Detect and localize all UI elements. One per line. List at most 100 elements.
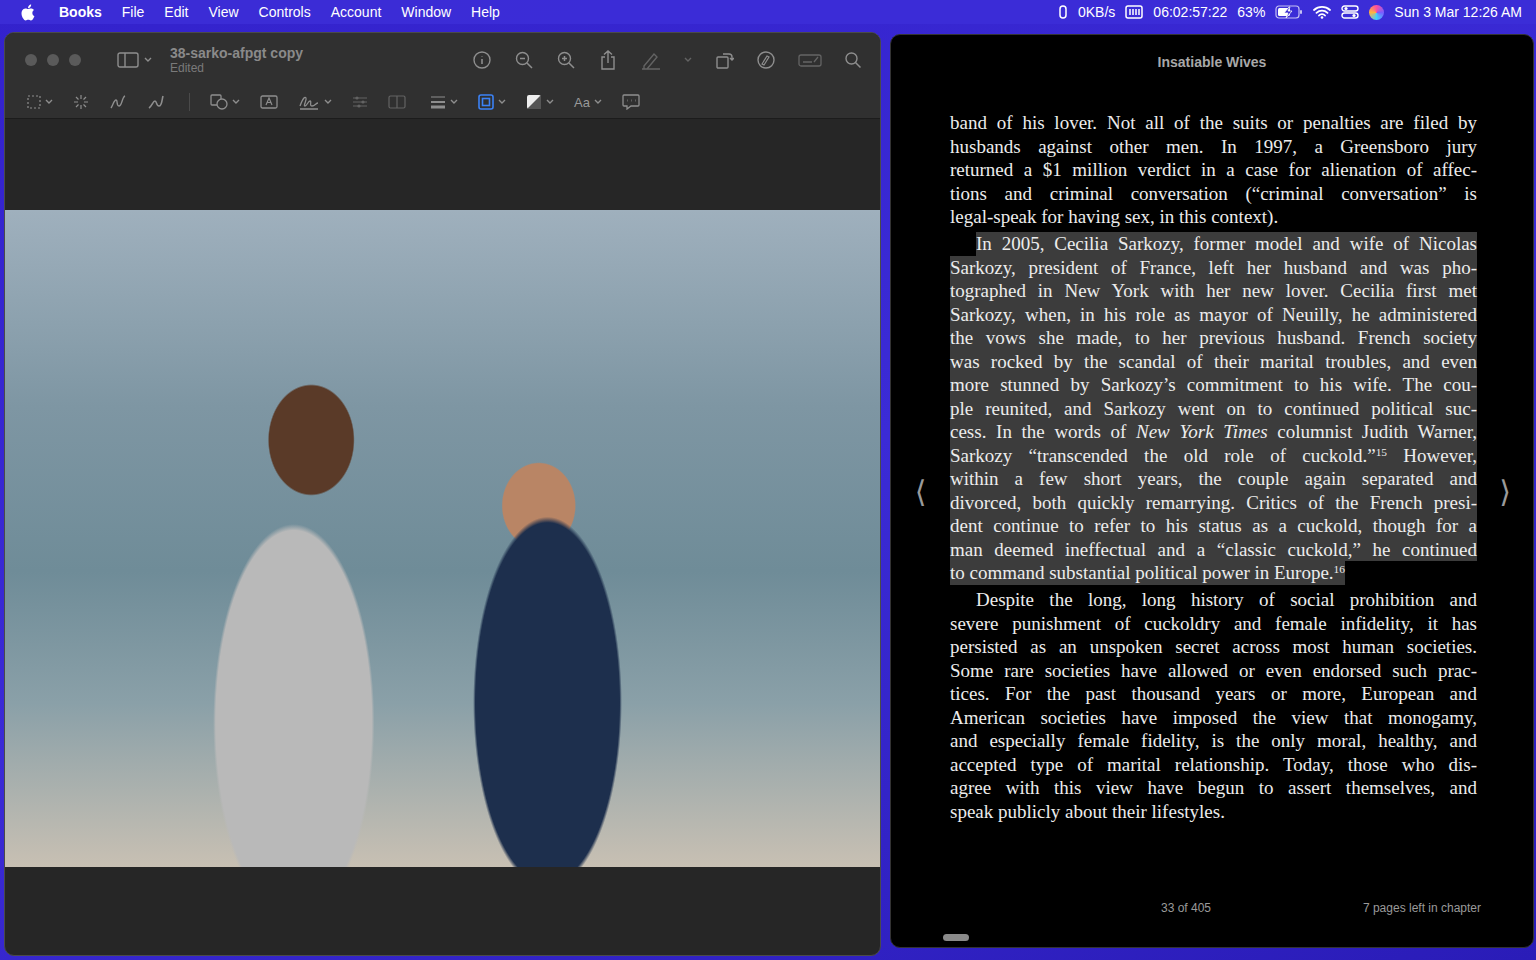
menu-item[interactable]: Account — [331, 4, 382, 20]
draw-icon[interactable] — [147, 94, 165, 110]
info-icon[interactable] — [472, 50, 492, 70]
document-title[interactable]: 38-sarko-afpgt copy Edited — [170, 45, 303, 75]
adjust-size-icon[interactable] — [388, 95, 406, 109]
note-icon[interactable] — [622, 94, 640, 110]
text-line: speak publicly about their lifestyles. — [950, 800, 1225, 824]
menu-item[interactable]: Edit — [164, 4, 188, 20]
highlight-pen-icon[interactable] — [640, 50, 662, 70]
previous-page-button[interactable]: ⟨ — [915, 474, 927, 509]
zoom-out-icon[interactable] — [514, 50, 534, 70]
text-line: Some rare societies have allowed or even… — [950, 659, 1477, 683]
sketch-icon[interactable] — [109, 94, 127, 110]
paragraph[interactable]: Despite the long, long history of social… — [950, 588, 1477, 823]
network-icon[interactable] — [1058, 4, 1068, 20]
text-line: tions and criminal conversation (“crimin… — [950, 182, 1477, 206]
minimize-button[interactable] — [47, 54, 59, 66]
sidebar-icon[interactable] — [117, 52, 139, 68]
rotate-icon[interactable] — [714, 50, 734, 70]
page-number: 33 of 405 — [1161, 901, 1211, 915]
chevron-down-icon[interactable] — [546, 99, 554, 105]
book-title: Insatiable Wives — [1158, 52, 1267, 111]
chevron-down-icon[interactable] — [144, 57, 152, 63]
menu-bar: Books File Edit View Controls Account Window H… — [0, 0, 1536, 24]
image-canvas — [5, 119, 880, 956]
next-page-button[interactable]: ⟩ — [1499, 474, 1511, 509]
chevron-down-icon[interactable] — [684, 57, 692, 63]
chevron-down-icon[interactable] — [498, 99, 506, 105]
photo[interactable] — [5, 210, 880, 867]
text-box-icon[interactable] — [260, 95, 278, 109]
paragraph[interactable]: In 2005, Cecilia Sarkozy, former model a… — [950, 232, 1477, 585]
menu-item[interactable]: Window — [401, 4, 451, 20]
fill-color-icon[interactable] — [526, 94, 542, 110]
text-line: returned a $1 million verdict in a case … — [950, 158, 1477, 182]
chevron-down-icon[interactable] — [45, 99, 53, 105]
battery-percent[interactable]: 63% — [1237, 4, 1265, 20]
chevron-down-icon[interactable] — [324, 99, 332, 105]
paragraph[interactable]: band of his lover. Not all of the suits … — [950, 111, 1477, 229]
menu-item[interactable]: View — [208, 4, 238, 20]
text-line: tices. For the past thousand years or mo… — [950, 682, 1477, 706]
shapes-icon[interactable] — [210, 94, 228, 110]
text-line: legal-speak for having sex, in this cont… — [950, 205, 1278, 229]
battery-icon[interactable] — [1275, 5, 1303, 19]
zoom-button[interactable] — [69, 54, 81, 66]
text-line: Sarkozy, president of France, left her h… — [950, 256, 1477, 280]
adjust-color-icon[interactable] — [352, 95, 368, 109]
timer[interactable]: 06:02:57:22 — [1153, 4, 1227, 20]
preview-toolbar: 38-sarko-afpgt copy Edited — [5, 33, 880, 86]
close-button[interactable] — [25, 54, 37, 66]
text-line: the vows she made, to her previous husba… — [950, 326, 1477, 350]
apple-icon[interactable] — [20, 4, 35, 21]
chevron-down-icon[interactable] — [232, 99, 240, 105]
text-line: Sarkozy, when, in his role as mayor of N… — [950, 303, 1477, 327]
text-line: dent continue to refer to his status as … — [950, 514, 1477, 538]
text-line: severe punishment of cuckoldry and femal… — [950, 612, 1477, 636]
line-style-icon[interactable] — [430, 95, 446, 109]
text-line: and especially female fidelity, is the o… — [950, 729, 1477, 753]
chevron-down-icon[interactable] — [450, 99, 458, 105]
menu-item[interactable]: File — [122, 4, 145, 20]
rect-select-icon[interactable] — [27, 95, 41, 109]
text-line: accepted type of marital relationship. T… — [950, 753, 1477, 777]
preview-window: 38-sarko-afpgt copy Edited Aa — [4, 32, 881, 956]
instant-alpha-icon[interactable] — [73, 94, 89, 110]
books-window: Insatiable Wives ⟨ band of his lover. No… — [890, 34, 1534, 948]
form-fill-icon[interactable] — [798, 52, 822, 68]
text-style-button[interactable]: Aa — [574, 95, 590, 110]
text-line: more stunned by Sarkozy’s commitment to … — [950, 373, 1477, 397]
pages-left: 7 pages left in chapter — [1363, 901, 1481, 915]
app-menu[interactable]: Books — [59, 4, 102, 20]
text-line: American societies have imposed the view… — [950, 706, 1477, 730]
text-line: Despite the long, long history of social… — [976, 588, 1477, 612]
control-center-icon[interactable] — [1341, 5, 1359, 19]
timer-icon[interactable] — [1125, 5, 1143, 19]
text-line: cess. In the words of New York Times col… — [950, 420, 1477, 444]
chevron-down-icon[interactable] — [594, 99, 602, 105]
text-line: persisted as an unspoken secret across m… — [950, 635, 1477, 659]
wifi-icon[interactable] — [1313, 5, 1331, 19]
markup-toolbar: Aa — [5, 86, 880, 119]
scroll-handle[interactable] — [943, 934, 969, 941]
menu-item[interactable]: Controls — [259, 4, 311, 20]
text-line: In 2005, Cecilia Sarkozy, former model a… — [976, 232, 1477, 256]
text-line: divorced, both quickly remarrying. Criti… — [950, 491, 1477, 515]
share-icon[interactable] — [598, 49, 618, 71]
zoom-in-icon[interactable] — [556, 50, 576, 70]
text-line: ple reunited, and Sarkozy went on to con… — [950, 397, 1477, 421]
network-speed[interactable]: 0KB/s — [1078, 4, 1115, 20]
text-line: to command substantial political power i… — [950, 561, 1345, 585]
menu-item[interactable]: Help — [471, 4, 500, 20]
text-line: band of his lover. Not all of the suits … — [950, 111, 1477, 135]
border-color-icon[interactable] — [478, 94, 494, 110]
siri-icon[interactable] — [1369, 5, 1384, 20]
clock[interactable]: Sun 3 Mar 12:26 AM — [1394, 4, 1522, 20]
text-line: man deemed ineffectual and a “classic cu… — [950, 538, 1477, 562]
markup-icon[interactable] — [756, 50, 776, 70]
search-icon[interactable] — [844, 51, 862, 69]
toolbar-divider — [189, 93, 190, 111]
signature-icon[interactable] — [298, 94, 320, 110]
window-controls — [25, 54, 81, 66]
book-page: band of his lover. Not all of the suits … — [950, 111, 1477, 871]
text-line: agree with this view have begun to asser… — [950, 776, 1477, 800]
